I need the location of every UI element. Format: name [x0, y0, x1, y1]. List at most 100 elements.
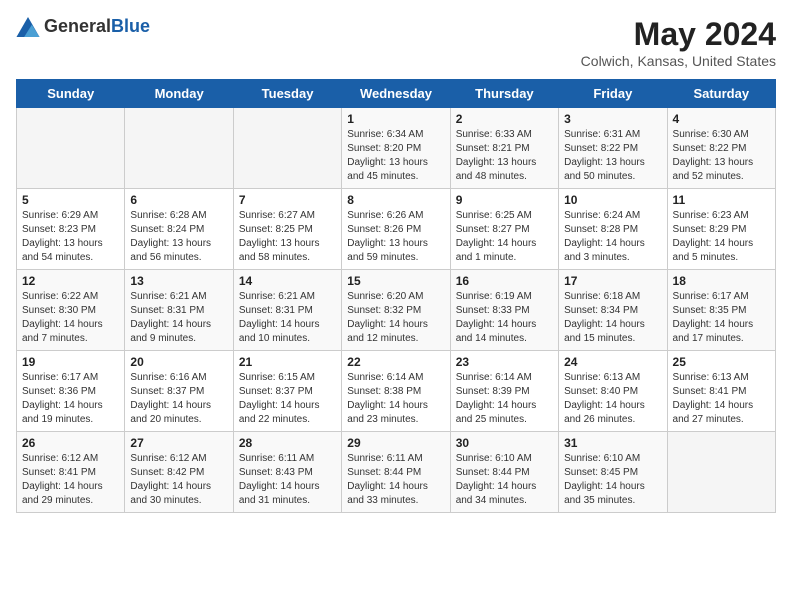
- day-number: 18: [673, 274, 770, 288]
- day-number: 19: [22, 355, 119, 369]
- day-info: Sunrise: 6:20 AM Sunset: 8:32 PM Dayligh…: [347, 290, 444, 346]
- calendar-cell: 27 Sunrise: 6:12 AM Sunset: 8:42 PM Dayli…: [125, 432, 233, 513]
- calendar-cell: 12Sunrise: 6:22 AM Sunset: 8:30 PM Dayli…: [17, 270, 125, 351]
- calendar-cell: 24 Sunrise: 6:13 AM Sunset: 8:40 PM Dayli…: [559, 351, 667, 432]
- calendar-cell: 19 Sunrise: 6:17 AM Sunset: 8:36 PM Dayli…: [17, 351, 125, 432]
- header: GeneralBlue May 2024 Colwich, Kansas, Un…: [16, 16, 776, 69]
- header-sunday: Sunday: [17, 80, 125, 108]
- day-number: 10: [564, 193, 661, 207]
- header-friday: Friday: [559, 80, 667, 108]
- day-info: Sunrise: 6:15 AM Sunset: 8:37 PM Dayligh…: [239, 371, 336, 427]
- week-row-0: 1Sunrise: 6:34 AM Sunset: 8:20 PM Daylig…: [17, 108, 776, 189]
- calendar-cell: 9Sunrise: 6:25 AM Sunset: 8:27 PM Daylig…: [450, 189, 558, 270]
- day-info: Sunrise: 6:24 AM Sunset: 8:28 PM Dayligh…: [564, 209, 661, 265]
- day-number: 22: [347, 355, 444, 369]
- day-number: 3: [564, 112, 661, 126]
- day-info: Sunrise: 6:26 AM Sunset: 8:26 PM Dayligh…: [347, 209, 444, 265]
- day-info: Sunrise: 6:21 AM Sunset: 8:31 PM Dayligh…: [239, 290, 336, 346]
- calendar-cell: 26Sunrise: 6:12 AM Sunset: 8:41 PM Dayli…: [17, 432, 125, 513]
- calendar-cell: 25Sunrise: 6:13 AM Sunset: 8:41 PM Dayli…: [667, 351, 775, 432]
- day-info: Sunrise: 6:11 AM Sunset: 8:43 PM Dayligh…: [239, 452, 336, 508]
- day-info: Sunrise: 6:11 AM Sunset: 8:44 PM Dayligh…: [347, 452, 444, 508]
- logo-blue: Blue: [111, 16, 150, 36]
- day-info: Sunrise: 6:19 AM Sunset: 8:33 PM Dayligh…: [456, 290, 553, 346]
- day-number: 30: [456, 436, 553, 450]
- calendar-cell: [233, 108, 341, 189]
- day-number: 11: [673, 193, 770, 207]
- day-info: Sunrise: 6:14 AM Sunset: 8:39 PM Dayligh…: [456, 371, 553, 427]
- day-info: Sunrise: 6:29 AM Sunset: 8:23 PM Dayligh…: [22, 209, 119, 265]
- calendar-cell: 20 Sunrise: 6:16 AM Sunset: 8:37 PM Dayli…: [125, 351, 233, 432]
- day-number: 15: [347, 274, 444, 288]
- calendar-cell: 22 Sunrise: 6:14 AM Sunset: 8:38 PM Dayli…: [342, 351, 450, 432]
- day-info: Sunrise: 6:13 AM Sunset: 8:40 PM Dayligh…: [564, 371, 661, 427]
- day-number: 29: [347, 436, 444, 450]
- header-saturday: Saturday: [667, 80, 775, 108]
- calendar-cell: 31Sunrise: 6:10 AM Sunset: 8:45 PM Dayli…: [559, 432, 667, 513]
- day-info: Sunrise: 6:30 AM Sunset: 8:22 PM Dayligh…: [673, 128, 770, 184]
- day-info: Sunrise: 6:31 AM Sunset: 8:22 PM Dayligh…: [564, 128, 661, 184]
- week-row-3: 19 Sunrise: 6:17 AM Sunset: 8:36 PM Dayli…: [17, 351, 776, 432]
- calendar-cell: [667, 432, 775, 513]
- calendar-cell: [125, 108, 233, 189]
- day-number: 20: [130, 355, 227, 369]
- week-row-1: 5 Sunrise: 6:29 AM Sunset: 8:23 PM Daylig…: [17, 189, 776, 270]
- calendar-cell: [17, 108, 125, 189]
- calendar-cell: 11 Sunrise: 6:23 AM Sunset: 8:29 PM Dayli…: [667, 189, 775, 270]
- calendar-cell: 10 Sunrise: 6:24 AM Sunset: 8:28 PM Dayli…: [559, 189, 667, 270]
- calendar-cell: 23 Sunrise: 6:14 AM Sunset: 8:39 PM Dayli…: [450, 351, 558, 432]
- day-info: Sunrise: 6:16 AM Sunset: 8:37 PM Dayligh…: [130, 371, 227, 427]
- calendar-cell: 15 Sunrise: 6:20 AM Sunset: 8:32 PM Dayli…: [342, 270, 450, 351]
- day-number: 21: [239, 355, 336, 369]
- day-info: Sunrise: 6:17 AM Sunset: 8:36 PM Dayligh…: [22, 371, 119, 427]
- day-number: 4: [673, 112, 770, 126]
- calendar-cell: 17 Sunrise: 6:18 AM Sunset: 8:34 PM Dayli…: [559, 270, 667, 351]
- day-info: Sunrise: 6:33 AM Sunset: 8:21 PM Dayligh…: [456, 128, 553, 184]
- day-info: Sunrise: 6:34 AM Sunset: 8:20 PM Dayligh…: [347, 128, 444, 184]
- calendar-cell: 8Sunrise: 6:26 AM Sunset: 8:26 PM Daylig…: [342, 189, 450, 270]
- calendar-cell: 13 Sunrise: 6:21 AM Sunset: 8:31 PM Dayli…: [125, 270, 233, 351]
- day-info: Sunrise: 6:27 AM Sunset: 8:25 PM Dayligh…: [239, 209, 336, 265]
- calendar-cell: 3 Sunrise: 6:31 AM Sunset: 8:22 PM Daylig…: [559, 108, 667, 189]
- day-number: 17: [564, 274, 661, 288]
- calendar-cell: 29 Sunrise: 6:11 AM Sunset: 8:44 PM Dayli…: [342, 432, 450, 513]
- day-number: 14: [239, 274, 336, 288]
- day-number: 9: [456, 193, 553, 207]
- calendar-cell: 6 Sunrise: 6:28 AM Sunset: 8:24 PM Daylig…: [125, 189, 233, 270]
- calendar-cell: 18 Sunrise: 6:17 AM Sunset: 8:35 PM Dayli…: [667, 270, 775, 351]
- day-info: Sunrise: 6:18 AM Sunset: 8:34 PM Dayligh…: [564, 290, 661, 346]
- logo: GeneralBlue: [16, 16, 150, 37]
- day-number: 16: [456, 274, 553, 288]
- calendar-header: SundayMondayTuesdayWednesdayThursdayFrid…: [17, 80, 776, 108]
- day-number: 24: [564, 355, 661, 369]
- calendar-cell: 28 Sunrise: 6:11 AM Sunset: 8:43 PM Dayli…: [233, 432, 341, 513]
- calendar-body: 1Sunrise: 6:34 AM Sunset: 8:20 PM Daylig…: [17, 108, 776, 513]
- day-number: 23: [456, 355, 553, 369]
- day-info: Sunrise: 6:12 AM Sunset: 8:42 PM Dayligh…: [130, 452, 227, 508]
- day-number: 6: [130, 193, 227, 207]
- main-title: May 2024: [581, 16, 776, 53]
- title-area: May 2024 Colwich, Kansas, United States: [581, 16, 776, 69]
- day-number: 5: [22, 193, 119, 207]
- calendar-cell: 21 Sunrise: 6:15 AM Sunset: 8:37 PM Dayli…: [233, 351, 341, 432]
- day-info: Sunrise: 6:17 AM Sunset: 8:35 PM Dayligh…: [673, 290, 770, 346]
- day-info: Sunrise: 6:23 AM Sunset: 8:29 PM Dayligh…: [673, 209, 770, 265]
- day-number: 26: [22, 436, 119, 450]
- day-number: 27: [130, 436, 227, 450]
- week-row-2: 12Sunrise: 6:22 AM Sunset: 8:30 PM Dayli…: [17, 270, 776, 351]
- header-wednesday: Wednesday: [342, 80, 450, 108]
- day-number: 28: [239, 436, 336, 450]
- day-info: Sunrise: 6:14 AM Sunset: 8:38 PM Dayligh…: [347, 371, 444, 427]
- day-info: Sunrise: 6:28 AM Sunset: 8:24 PM Dayligh…: [130, 209, 227, 265]
- day-info: Sunrise: 6:21 AM Sunset: 8:31 PM Dayligh…: [130, 290, 227, 346]
- logo-icon: [16, 17, 40, 37]
- logo-general: General: [44, 16, 111, 36]
- calendar-cell: 2Sunrise: 6:33 AM Sunset: 8:21 PM Daylig…: [450, 108, 558, 189]
- day-number: 13: [130, 274, 227, 288]
- calendar-cell: 4 Sunrise: 6:30 AM Sunset: 8:22 PM Daylig…: [667, 108, 775, 189]
- day-info: Sunrise: 6:22 AM Sunset: 8:30 PM Dayligh…: [22, 290, 119, 346]
- subtitle: Colwich, Kansas, United States: [581, 53, 776, 69]
- day-info: Sunrise: 6:13 AM Sunset: 8:41 PM Dayligh…: [673, 371, 770, 427]
- calendar-table: SundayMondayTuesdayWednesdayThursdayFrid…: [16, 79, 776, 513]
- calendar-cell: 14 Sunrise: 6:21 AM Sunset: 8:31 PM Dayli…: [233, 270, 341, 351]
